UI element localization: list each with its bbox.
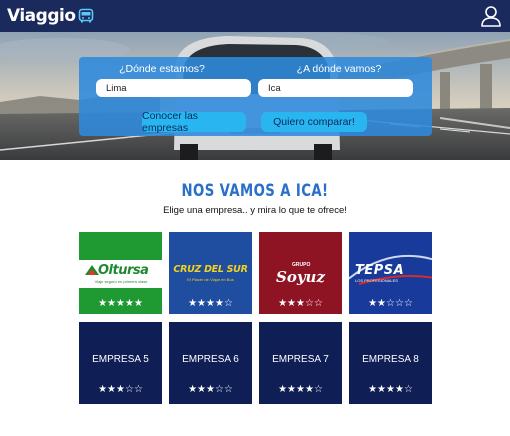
star-empty-icon: ☆ [386,298,395,309]
page-title: NOS VAMOS A ICA! [181,181,329,201]
destination-label: ¿A dónde vamos? [296,63,382,75]
rating-stars: ★★★★☆ [169,298,252,309]
tepsa-tagline: LOS PROFESIONALES [355,278,398,283]
page-subtitle: Elige una empresa.. y mira lo que te ofr… [163,205,347,216]
browse-companies-button[interactable]: Conocer las empresas [142,110,246,134]
star-filled-icon: ★ [188,384,198,395]
company-card-5[interactable]: EMPRESA 5 ★★★☆☆ [79,322,162,404]
star-empty-icon: ☆ [214,384,224,395]
star-filled-icon: ★ [197,384,207,395]
star-filled-icon: ★ [206,384,215,395]
bus-icon [78,8,93,23]
star-filled-icon: ★ [116,298,125,309]
rating-stars: ★★☆☆☆ [349,298,432,309]
viaggio-logo[interactable]: Viaggio [7,4,94,28]
hero-banner: ¿Dónde estamos? ¿A dónde vamos? Lima Ica… [0,32,510,160]
company-card-oltursa[interactable]: Oltursa Viaje seguro en primera clase ★★… [79,232,162,314]
star-filled-icon: ★ [287,384,297,395]
tepsa-name: TEPSA [355,263,405,278]
star-filled-icon: ★ [377,384,387,395]
star-filled-icon: ★ [116,384,125,395]
user-icon[interactable] [480,5,502,27]
star-filled-icon: ★ [133,298,143,309]
company-card-soyuz[interactable]: GRUPO Soyuz ★★★☆☆ [259,232,342,314]
star-empty-icon: ☆ [394,298,404,309]
star-filled-icon: ★ [377,298,387,309]
star-filled-icon: ★ [296,298,305,309]
destination-input[interactable]: Ica [258,79,413,97]
star-empty-icon: ☆ [124,384,134,395]
star-empty-icon: ☆ [133,384,143,395]
rating-stars: ★★★☆☆ [169,384,252,395]
company-card-6[interactable]: EMPRESA 6 ★★★☆☆ [169,322,252,404]
star-empty-icon: ☆ [403,384,413,395]
rating-stars: ★★★★☆ [349,384,432,395]
star-empty-icon: ☆ [304,298,314,309]
star-filled-icon: ★ [98,384,108,395]
company-name: EMPRESA 8 [362,354,419,365]
company-card-tepsa[interactable]: TEPSA LOS PROFESIONALES ★★☆☆☆ [349,232,432,314]
company-name: EMPRESA 5 [92,354,149,365]
oltursa-mark-icon [85,265,99,275]
star-filled-icon: ★ [197,298,207,309]
star-filled-icon: ★ [214,298,224,309]
star-filled-icon: ★ [368,298,378,309]
star-empty-icon: ☆ [313,384,323,395]
cruz-del-sur-name: CRUZ DEL SUR [173,264,248,275]
oltursa-name: Oltursa [98,263,149,278]
cruz-del-sur-tagline: El Placer de Viajar en Bus [187,277,234,282]
star-filled-icon: ★ [296,384,305,395]
star-filled-icon: ★ [304,384,314,395]
rating-stars: ★★★★★ [79,298,162,309]
star-filled-icon: ★ [278,298,288,309]
origin-input[interactable]: Lima [96,79,251,97]
star-empty-icon: ☆ [223,384,233,395]
oltursa-tagline: Viaje seguro en primera clase [94,279,148,284]
rating-stars: ★★★★☆ [259,384,342,395]
search-panel: ¿Dónde estamos? ¿A dónde vamos? Lima Ica [79,57,432,136]
soyuz-name: Soyuz [276,268,325,286]
star-filled-icon: ★ [107,298,117,309]
star-filled-icon: ★ [107,384,117,395]
star-filled-icon: ★ [124,298,134,309]
star-empty-icon: ☆ [313,298,323,309]
star-filled-icon: ★ [394,384,404,395]
company-card-cruz-del-sur[interactable]: CRUZ DEL SUR El Placer de Viajar en Bus … [169,232,252,314]
origin-label: ¿Dónde estamos? [119,63,205,75]
company-name: EMPRESA 7 [272,354,329,365]
star-filled-icon: ★ [287,298,297,309]
star-filled-icon: ★ [278,384,288,395]
top-bar: Viaggio [0,0,510,32]
star-filled-icon: ★ [368,384,378,395]
company-card-7[interactable]: EMPRESA 7 ★★★★☆ [259,322,342,404]
star-filled-icon: ★ [206,298,215,309]
star-filled-icon: ★ [188,298,198,309]
oltursa-logo: Oltursa Viaje seguro en primera clase [79,260,162,288]
logo-text: Viaggio [7,6,76,26]
rating-stars: ★★★☆☆ [259,298,342,309]
star-empty-icon: ☆ [403,298,413,309]
star-filled-icon: ★ [98,298,108,309]
compare-button[interactable]: Quiero comparar! [261,112,367,132]
company-name: EMPRESA 6 [182,354,239,365]
star-empty-icon: ☆ [223,298,233,309]
star-filled-icon: ★ [386,384,395,395]
company-card-8[interactable]: EMPRESA 8 ★★★★☆ [349,322,432,404]
rating-stars: ★★★☆☆ [79,384,162,395]
